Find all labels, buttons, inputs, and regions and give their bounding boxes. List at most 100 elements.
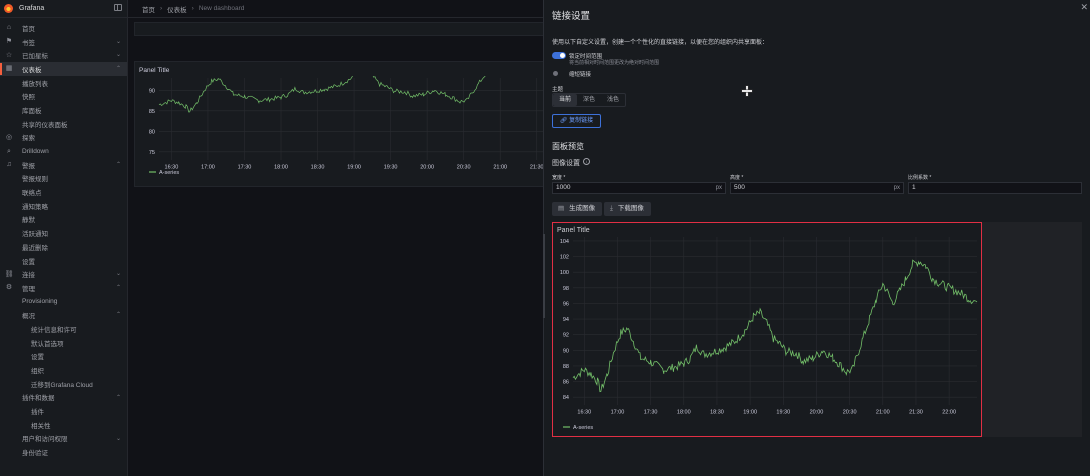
sidebar-item[interactable]: Provisioning bbox=[0, 295, 127, 309]
x-tick-label: 17:00 bbox=[201, 165, 215, 171]
x-tick-label: 21:30 bbox=[909, 410, 923, 416]
sidebar-item[interactable]: 概况 ⌃ bbox=[0, 308, 127, 322]
sidebar-item-label: 共享的仪表面板 bbox=[22, 121, 68, 129]
width-value: 1000 bbox=[556, 184, 571, 191]
chevron-down-icon[interactable]: ⌄ bbox=[116, 38, 121, 45]
sidebar-item-label: 活跃通知 bbox=[22, 231, 48, 239]
short-link-toggle[interactable] bbox=[553, 71, 558, 76]
dock-menu-icon[interactable] bbox=[114, 4, 122, 11]
sidebar-item-label: 插件 bbox=[31, 409, 44, 417]
breadcrumb-home[interactable]: 首页 bbox=[142, 4, 155, 14]
sidebar-item[interactable]: ⛓ 连接 ⌄ bbox=[0, 267, 127, 281]
chevron-right-icon: › bbox=[191, 5, 194, 12]
dashboard-panel[interactable]: Panel Title 75 80 85 90 16:30 17:00 17:30 18:00… bbox=[134, 61, 556, 187]
x-tick-label: 19:00 bbox=[347, 165, 361, 171]
sidebar-item[interactable]: 静默 bbox=[0, 213, 127, 227]
theme-option-dark[interactable]: 深色 bbox=[577, 94, 601, 106]
download-image-button[interactable]: ⤓ 下载图像 bbox=[604, 202, 651, 216]
sidebar-item[interactable]: 身份验证 bbox=[0, 445, 127, 459]
legend-label[interactable]: A-series bbox=[159, 170, 179, 176]
chevron-down-icon[interactable]: ⌄ bbox=[116, 435, 121, 442]
sidebar-item-label: 警报规则 bbox=[22, 176, 48, 184]
x-tick-label: 20:30 bbox=[457, 165, 471, 171]
connections-icon: ⛓ bbox=[4, 270, 14, 278]
breadcrumb-current: New dashboard bbox=[198, 5, 245, 12]
image-settings-heading: 图像设置 bbox=[552, 160, 580, 167]
sidebar-item-label: 已加星标 bbox=[22, 53, 48, 61]
sidebar-item[interactable]: ▦ 仪表板 ⌃ bbox=[0, 62, 127, 76]
image-icon: ▤ bbox=[558, 205, 565, 212]
sidebar-item[interactable]: 快照 bbox=[0, 89, 127, 103]
sidebar-item[interactable]: ⚙ 管理 ⌃ bbox=[0, 281, 127, 295]
sidebar-item[interactable]: ◎ 探索 bbox=[0, 131, 127, 145]
copy-link-button[interactable]: 🔗︎ 复制链接 bbox=[552, 114, 601, 128]
copy-link-label: 复制链接 bbox=[569, 118, 594, 124]
sidebar-item[interactable]: 设置 bbox=[0, 350, 127, 364]
sidebar-item[interactable]: 相关性 bbox=[0, 418, 127, 432]
y-tick-label: 92 bbox=[563, 333, 569, 339]
sidebar-item[interactable]: 插件 bbox=[0, 404, 127, 418]
grafana-logo-icon[interactable] bbox=[4, 4, 13, 13]
chevron-up-icon[interactable]: ⌃ bbox=[116, 65, 121, 72]
lock-time-toggle[interactable] bbox=[552, 52, 566, 59]
sidebar-item[interactable]: 播放列表 bbox=[0, 76, 127, 90]
preview-image: Panel Title 84 86 88 90 92 94 96 98 100 102 104 16:… bbox=[552, 222, 982, 437]
theme-label: 主题 bbox=[552, 87, 564, 93]
sidebar-item[interactable]: 统计信息和许可 bbox=[0, 322, 127, 336]
x-tick-label: 17:30 bbox=[644, 410, 658, 416]
generate-image-button[interactable]: ▤ 生成图像 bbox=[552, 202, 603, 216]
chevron-down-icon[interactable]: ⌄ bbox=[116, 270, 121, 277]
scale-input[interactable]: 1 bbox=[908, 182, 1082, 194]
y-tick-label: 75 bbox=[149, 150, 155, 156]
info-icon[interactable]: i bbox=[583, 158, 590, 165]
sidebar-item-label: 迁移到Grafana Cloud bbox=[31, 381, 93, 389]
sidebar-item[interactable]: ⌕ Drilldown bbox=[0, 144, 127, 158]
app-name: Grafana bbox=[19, 5, 45, 12]
sidebar-item-label: 库面板 bbox=[22, 107, 42, 115]
scrollbar[interactable] bbox=[543, 234, 545, 318]
sidebar-item[interactable]: ♫ 警报 ⌃ bbox=[0, 158, 127, 172]
sidebar-item-label: 相关性 bbox=[31, 422, 51, 430]
y-tick-label: 96 bbox=[563, 301, 569, 307]
bell-icon: ♫ bbox=[6, 161, 12, 169]
explore-icon: ◎ bbox=[5, 133, 13, 141]
sidebar-item[interactable]: ☆ 已加星标 ⌄ bbox=[0, 48, 127, 62]
sidebar-item[interactable]: 默认首选项 bbox=[0, 336, 127, 350]
sidebar-item[interactable]: 联络点 bbox=[0, 185, 127, 199]
sidebar-item[interactable]: 插件和数据 ⌃ bbox=[0, 391, 127, 405]
sidebar-item[interactable]: 组织 bbox=[0, 363, 127, 377]
share-drawer: 链接设置 ✕ 使用以下自定义设置，创建一个个性化的直接链接，以便在您的组织内共享… bbox=[543, 0, 1090, 476]
sidebar-item[interactable]: 用户和访问权限 ⌄ bbox=[0, 432, 127, 446]
chevron-down-icon[interactable]: ⌄ bbox=[116, 51, 121, 58]
sidebar-item[interactable]: 迁移到Grafana Cloud bbox=[0, 377, 127, 391]
sidebar-item[interactable]: 设置 bbox=[0, 254, 127, 268]
dashboard-toolbar bbox=[134, 22, 548, 36]
sidebar-item-label: Drilldown bbox=[22, 147, 49, 155]
breadcrumb-dashboards[interactable]: 仪表板 bbox=[167, 4, 187, 14]
sidebar-item[interactable]: 最近删除 bbox=[0, 240, 127, 254]
theme-option-current[interactable]: 当前 bbox=[553, 94, 578, 106]
sidebar-item[interactable]: 警报规则 bbox=[0, 172, 127, 186]
chevron-up-icon[interactable]: ⌃ bbox=[116, 311, 121, 318]
scale-value: 1 bbox=[912, 184, 916, 191]
nav-sidebar: Grafana ⌂ 首页 ⚑ 书签 ⌄ ☆ 已加星标 ⌄ ▦ 仪表板 ⌃ 播放列表 快照 库面板 共享的仪表… bbox=[0, 0, 128, 476]
chevron-up-icon[interactable]: ⌃ bbox=[116, 161, 121, 168]
sidebar-item-label: 身份验证 bbox=[22, 450, 48, 458]
sidebar-item[interactable]: 活跃通知 bbox=[0, 226, 127, 240]
close-icon[interactable]: ✕ bbox=[1080, 2, 1088, 13]
width-input[interactable]: 1000 px bbox=[552, 182, 726, 194]
sidebar-item-label: 通知策略 bbox=[22, 203, 48, 211]
sidebar-item[interactable]: 库面板 bbox=[0, 103, 127, 117]
theme-option-light[interactable]: 浅色 bbox=[601, 94, 625, 106]
chevron-up-icon[interactable]: ⌃ bbox=[116, 394, 121, 401]
sidebar-item[interactable]: ⌂ 首页 bbox=[0, 21, 127, 35]
sidebar-item[interactable]: 通知策略 bbox=[0, 199, 127, 213]
legend-label[interactable]: A-series bbox=[573, 425, 593, 431]
height-input[interactable]: 500 px bbox=[730, 182, 904, 194]
sidebar-item[interactable]: 共享的仪表面板 bbox=[0, 117, 127, 131]
height-value: 500 bbox=[734, 184, 745, 191]
chevron-up-icon[interactable]: ⌃ bbox=[116, 284, 121, 291]
sidebar-item-label: 最近删除 bbox=[22, 244, 48, 252]
sidebar-item[interactable]: ⚑ 书签 ⌄ bbox=[0, 35, 127, 49]
sidebar-item-label: 插件和数据 bbox=[22, 395, 55, 403]
